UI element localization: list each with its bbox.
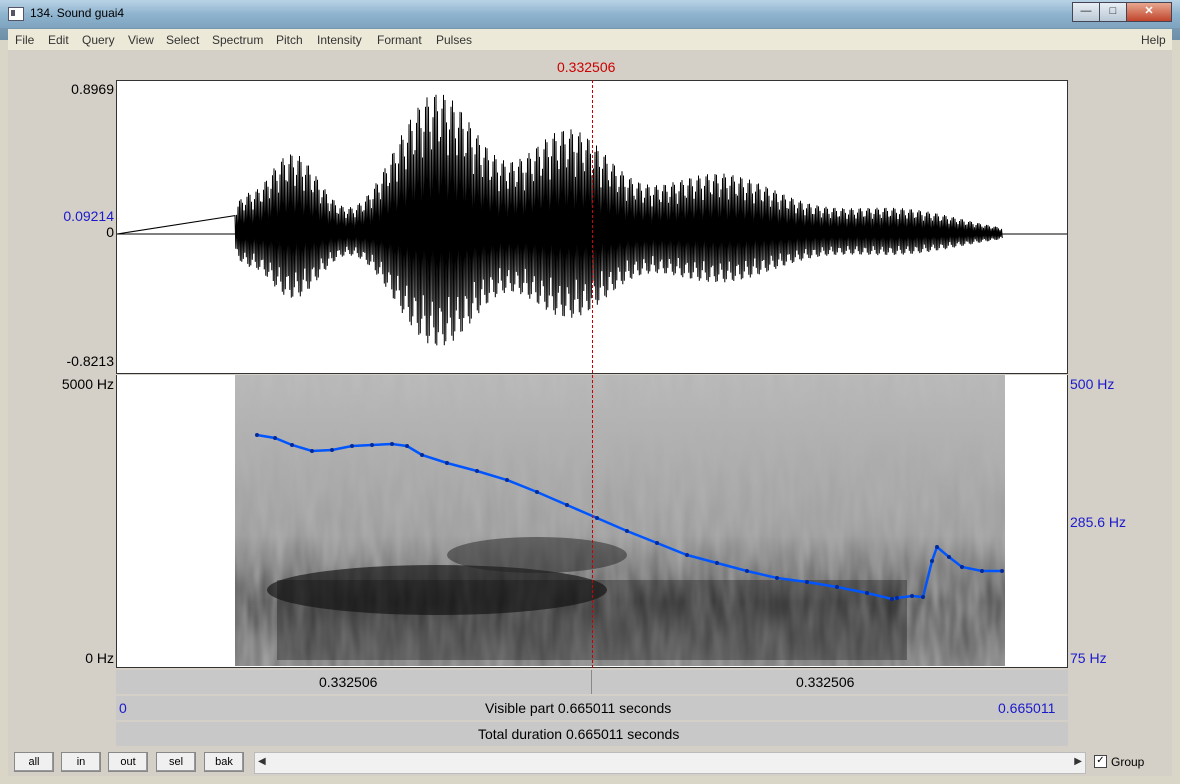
pitch-point xyxy=(775,576,779,580)
pitch-point xyxy=(910,594,914,598)
menu-query[interactable]: Query xyxy=(82,33,115,47)
formant-band-upper xyxy=(447,537,627,573)
pitch-point xyxy=(960,565,964,569)
pitch-point xyxy=(1000,569,1004,573)
pitch-point xyxy=(947,555,951,559)
menu-edit[interactable]: Edit xyxy=(48,33,69,47)
menu-intensity[interactable]: Intensity xyxy=(317,33,362,47)
visible-part-text: Visible part 0.665011 seconds xyxy=(485,700,672,716)
bottom-toolbar: all in out sel bak ◀ ▶ ✓ Group xyxy=(8,748,1172,776)
minimize-button[interactable]: — xyxy=(1072,2,1100,22)
pitch-point xyxy=(445,461,449,465)
pitch-point xyxy=(420,453,424,457)
pitch-point xyxy=(475,469,479,473)
pitch-point xyxy=(310,449,314,453)
window-title: 134. Sound guai4 xyxy=(30,6,125,20)
pitch-point xyxy=(370,443,374,447)
visible-part-bar[interactable]: 0 Visible part 0.665011 seconds 0.665011 xyxy=(116,696,1068,720)
menu-help[interactable]: Help xyxy=(1141,33,1166,47)
total-duration-bar[interactable]: Total duration 0.665011 seconds xyxy=(116,722,1068,746)
menu-pitch[interactable]: Pitch xyxy=(276,33,303,47)
cursor-time-label: 0.332506 xyxy=(557,59,616,75)
cursor-line xyxy=(592,80,593,668)
right-segment-label: 0.332506 xyxy=(796,674,855,690)
wave-zero-label: 0 xyxy=(106,224,114,240)
zoom-out-button[interactable]: out xyxy=(108,752,148,772)
scroll-right-icon[interactable]: ▶ xyxy=(1074,756,1082,767)
left-segment-label: 0.332506 xyxy=(319,674,378,690)
pitch-point xyxy=(655,541,659,545)
close-button[interactable]: ✕ xyxy=(1126,2,1172,22)
pitch-point xyxy=(980,569,984,573)
menu-view[interactable]: View xyxy=(128,33,154,47)
pitch-point xyxy=(290,443,294,447)
pitch-point xyxy=(535,490,539,494)
title-bar[interactable]: 134. Sound guai4 — □ ✕ xyxy=(0,0,1180,28)
maximize-button[interactable]: □ xyxy=(1099,2,1127,22)
menu-formant[interactable]: Formant xyxy=(377,33,422,47)
pitch-point xyxy=(935,545,939,549)
zoom-back-button[interactable]: bak xyxy=(204,752,244,772)
wave-min-label: -0.8213 xyxy=(66,353,114,369)
pitch-point xyxy=(595,516,599,520)
wave-cursor-value-label: 0.09214 xyxy=(63,208,114,224)
zoom-all-button[interactable]: all xyxy=(14,752,54,772)
pitch-point xyxy=(921,595,925,599)
pitch-point xyxy=(715,561,719,565)
pitch-point xyxy=(685,553,689,557)
pitch-point xyxy=(805,580,809,584)
pitch-point xyxy=(390,442,394,446)
pitch-point xyxy=(835,585,839,589)
menu-file[interactable]: File xyxy=(15,33,34,47)
pitch-point xyxy=(745,569,749,573)
pitch-point xyxy=(930,559,934,563)
menu-pulses[interactable]: Pulses xyxy=(436,33,472,47)
scroll-left-icon[interactable]: ◀ xyxy=(258,756,266,767)
visible-end-label: 0.665011 xyxy=(998,700,1056,716)
spec-top-freq-label: 5000 Hz xyxy=(61,376,114,392)
pitch-point xyxy=(255,433,259,437)
spec-bottom-freq-label: 0 Hz xyxy=(85,650,114,666)
zoom-sel-button[interactable]: sel xyxy=(156,752,196,772)
group-label: Group xyxy=(1111,755,1145,769)
pitch-point xyxy=(273,436,277,440)
pitch-point xyxy=(330,448,334,452)
pitch-top-label: 500 Hz xyxy=(1070,376,1115,392)
wave-max-label: 0.8969 xyxy=(71,81,114,97)
app-window: 134. Sound guai4 — □ ✕ File Edit Query V… xyxy=(0,0,1180,784)
zoom-in-button[interactable]: in xyxy=(61,752,101,772)
pitch-point xyxy=(890,597,894,601)
pitch-point xyxy=(565,503,569,507)
pitch-point xyxy=(405,444,409,448)
group-checkbox[interactable]: ✓ xyxy=(1094,755,1107,768)
waveform-trace xyxy=(116,94,1003,346)
pitch-point xyxy=(505,478,509,482)
menu-spectrum[interactable]: Spectrum xyxy=(212,33,263,47)
pitch-cursor-label: 285.6 Hz xyxy=(1070,514,1127,530)
menu-bar: File Edit Query View Select Spectrum Pit… xyxy=(8,29,1172,50)
pitch-point xyxy=(865,591,869,595)
pitch-point xyxy=(625,529,629,533)
app-icon xyxy=(8,7,24,21)
horizontal-scrollbar[interactable]: ◀ ▶ xyxy=(254,752,1086,774)
time-segment-bar[interactable]: 0.332506 0.332506 xyxy=(116,670,1068,694)
pitch-point xyxy=(895,596,899,600)
total-duration-text: Total duration 0.665011 seconds xyxy=(478,726,680,742)
pitch-point xyxy=(350,444,354,448)
menu-select[interactable]: Select xyxy=(166,33,199,47)
visible-start-label: 0 xyxy=(119,700,127,716)
pitch-bottom-label: 75 Hz xyxy=(1070,650,1107,666)
